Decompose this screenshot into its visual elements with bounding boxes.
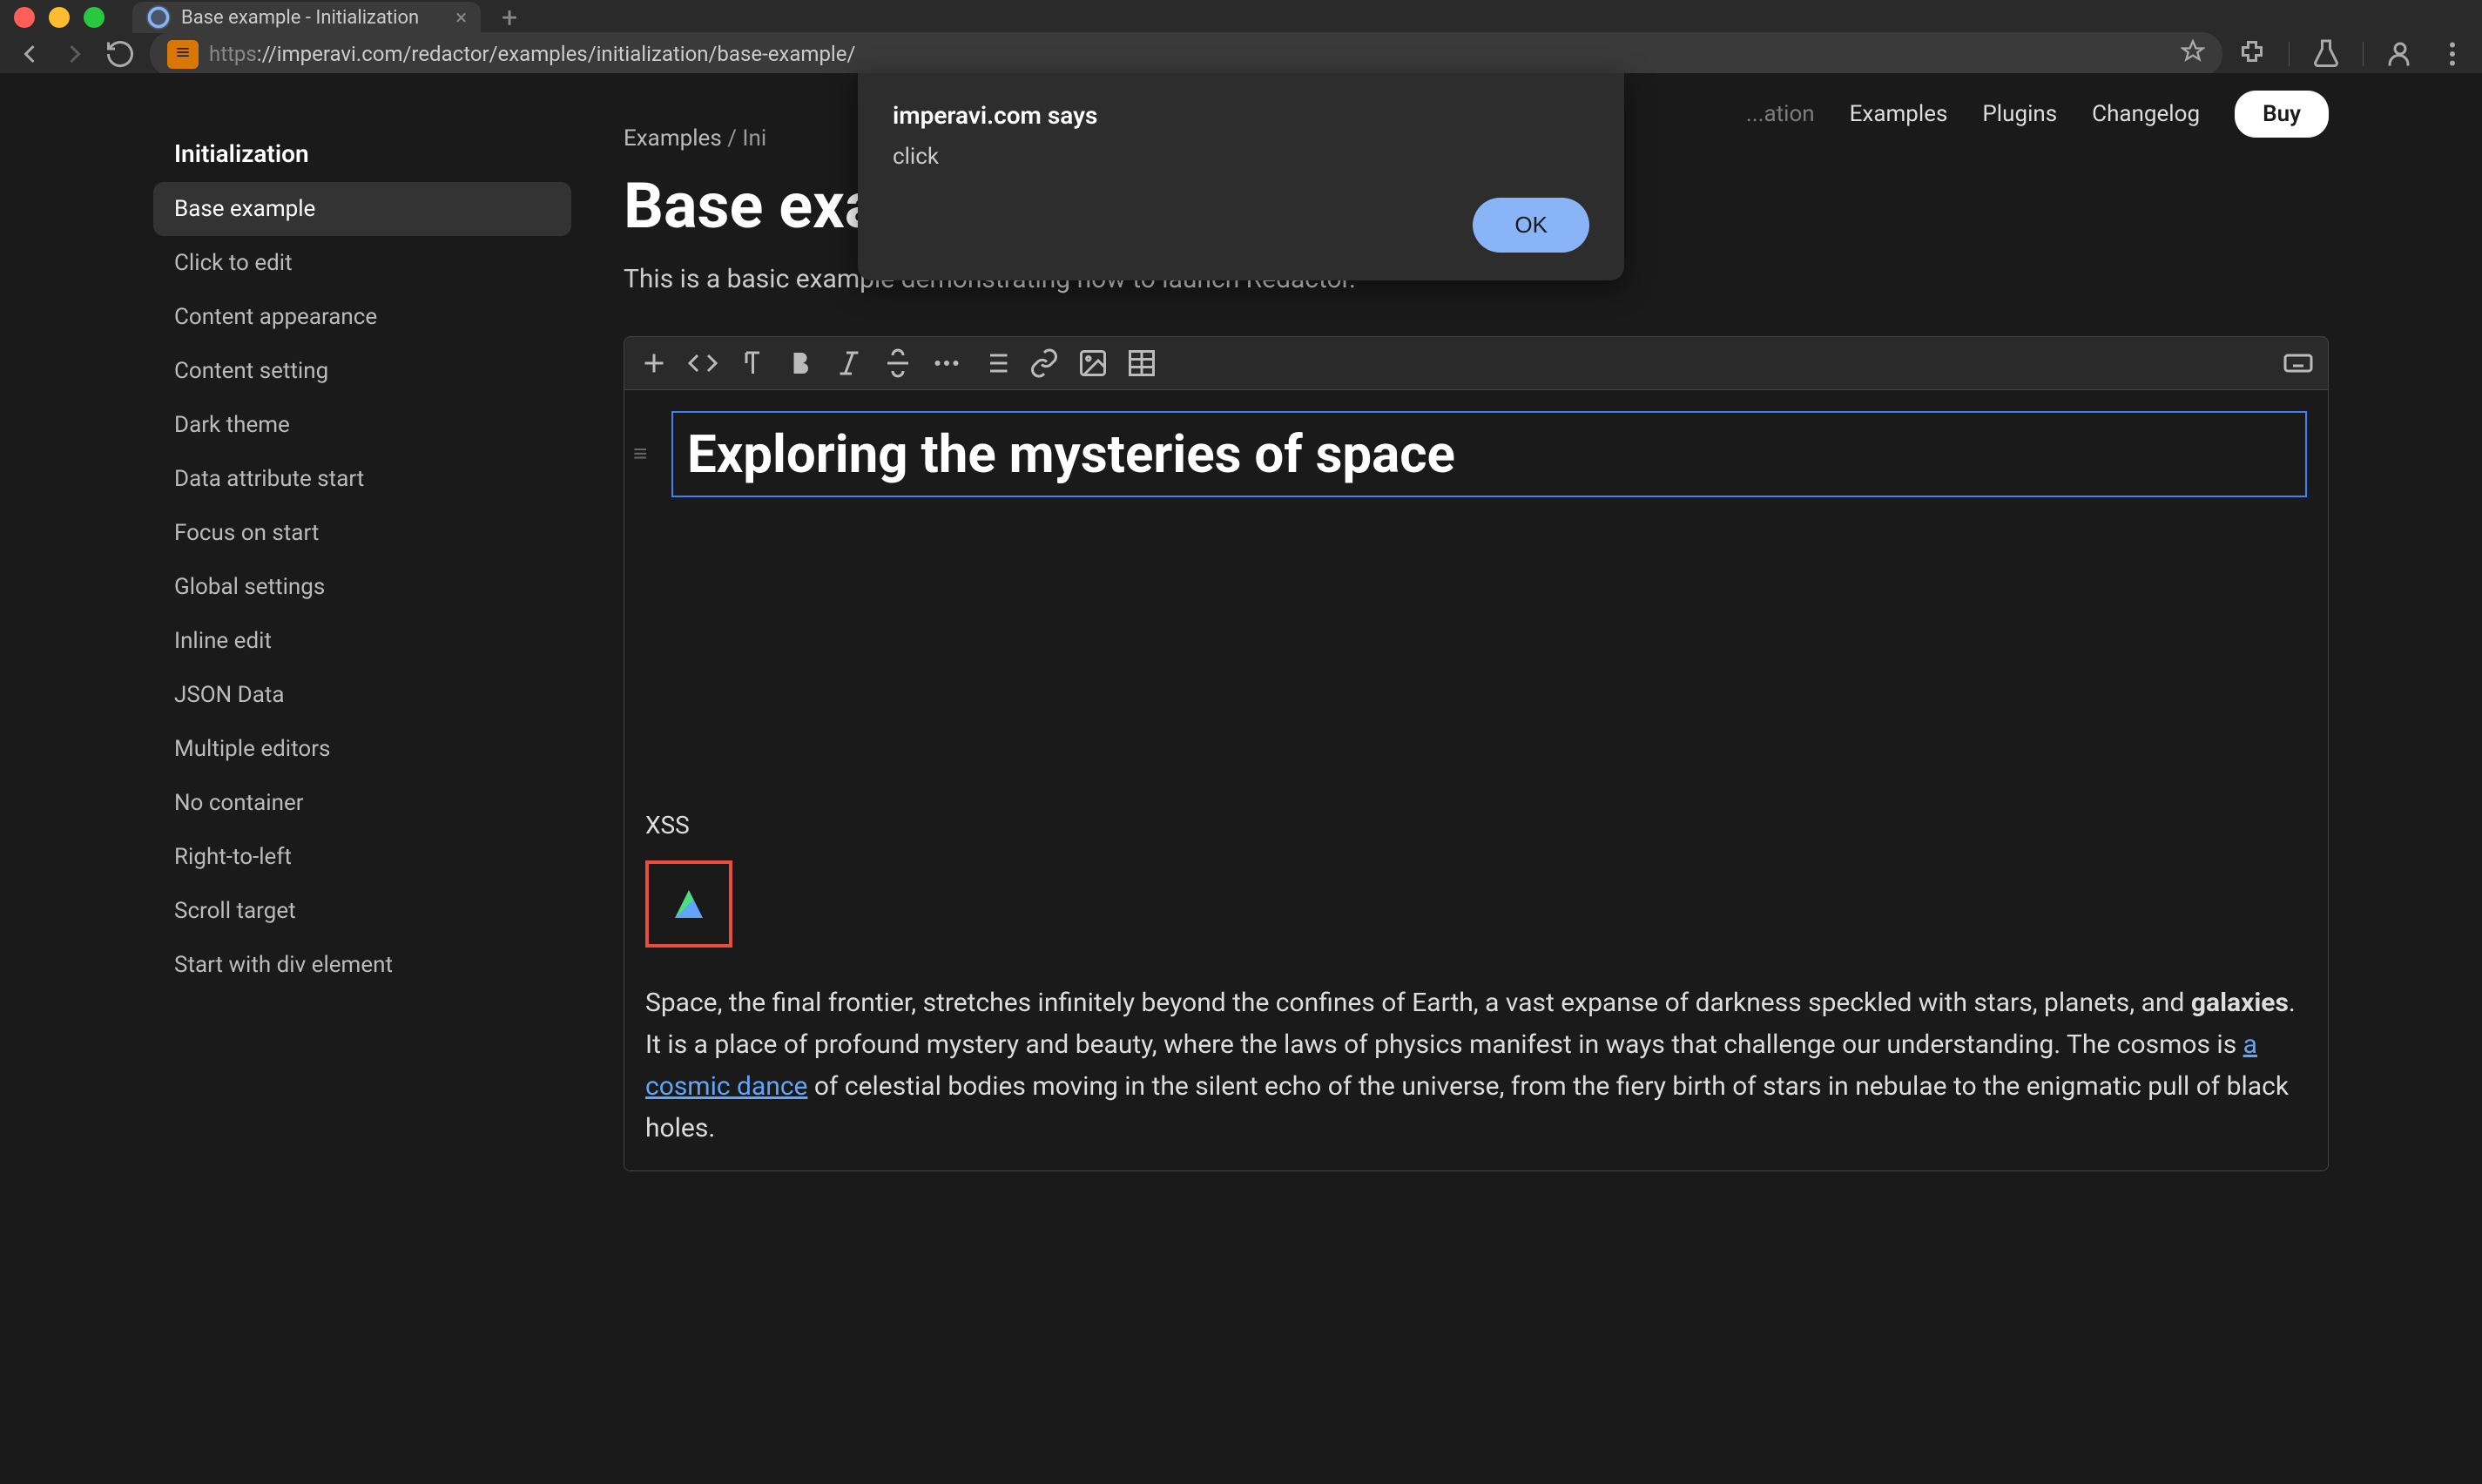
strike-button[interactable] xyxy=(882,347,914,379)
more-button[interactable] xyxy=(931,347,962,379)
main-content: Examples / Ini Base example This is a ba… xyxy=(624,125,2329,1171)
dialog-title: imperavi.com says xyxy=(893,101,1589,130)
sidebar-item-content-appearance[interactable]: Content appearance xyxy=(153,290,571,344)
tab-title: Base example - Initialization xyxy=(181,7,419,29)
table-button[interactable] xyxy=(1126,347,1157,379)
sidebar-item-data-attribute-start[interactable]: Data attribute start xyxy=(153,452,571,506)
sidebar-item-focus-on-start[interactable]: Focus on start xyxy=(153,506,571,560)
broken-image-icon xyxy=(675,890,703,918)
sidebar-item-div-element[interactable]: Start with div element xyxy=(153,938,571,992)
browser-actions xyxy=(2236,38,2468,70)
sidebar: Initialization Base example Click to edi… xyxy=(153,125,571,1171)
editor: ≡ Exploring the mysteries of space XSS S… xyxy=(624,336,2329,1171)
drag-handle-icon[interactable]: ≡ xyxy=(633,439,647,468)
menu-icon[interactable] xyxy=(2437,38,2468,70)
nav-item[interactable]: Plugins xyxy=(1982,101,2057,127)
sidebar-item-base-example[interactable]: Base example xyxy=(153,182,571,236)
editor-toolbar xyxy=(624,337,2328,390)
broken-image[interactable] xyxy=(645,860,732,948)
dialog-message: click xyxy=(893,144,1589,170)
site-security-icon[interactable] xyxy=(167,40,199,69)
sidebar-item-multiple-editors[interactable]: Multiple editors xyxy=(153,722,571,776)
italic-button[interactable] xyxy=(833,347,865,379)
close-window-button[interactable] xyxy=(14,7,35,28)
sidebar-item-no-container[interactable]: No container xyxy=(153,776,571,830)
bold-button[interactable] xyxy=(785,347,816,379)
sidebar-item-rtl[interactable]: Right-to-left xyxy=(153,830,571,884)
sidebar-item-global-settings[interactable]: Global settings xyxy=(153,560,571,614)
tab-bar: Base example - Initialization × + xyxy=(0,0,2482,35)
extensions-icon[interactable] xyxy=(2236,38,2268,70)
javascript-alert-dialog: imperavi.com says click OK xyxy=(858,73,1624,280)
sidebar-item-json-data[interactable]: JSON Data xyxy=(153,668,571,722)
breadcrumb-examples[interactable]: Examples xyxy=(624,125,722,152)
breadcrumb-current: Ini xyxy=(742,125,766,152)
format-button[interactable] xyxy=(736,347,767,379)
tab-favicon xyxy=(146,5,171,30)
link-button[interactable] xyxy=(1029,347,1060,379)
browser-chrome: Base example - Initialization × + https:… xyxy=(0,0,2482,73)
dialog-ok-button[interactable]: OK xyxy=(1473,198,1589,253)
bookmark-icon[interactable] xyxy=(2181,39,2205,69)
sidebar-item-dark-theme[interactable]: Dark theme xyxy=(153,398,571,452)
window-controls xyxy=(14,7,105,28)
image-button[interactable] xyxy=(1077,347,1109,379)
nav-item[interactable]: ...ation xyxy=(1746,101,1815,127)
editor-heading[interactable]: Exploring the mysteries of space xyxy=(671,411,2307,497)
html-button[interactable] xyxy=(687,347,718,379)
reload-button[interactable] xyxy=(105,38,136,70)
sidebar-item-scroll-target[interactable]: Scroll target xyxy=(153,884,571,938)
minimize-window-button[interactable] xyxy=(49,7,70,28)
keyboard-icon[interactable] xyxy=(2283,347,2314,379)
sidebar-item-click-to-edit[interactable]: Click to edit xyxy=(153,236,571,290)
sidebar-item-content-setting[interactable]: Content setting xyxy=(153,344,571,398)
list-button[interactable] xyxy=(980,347,1011,379)
url-text: https://imperavi.com/redactor/examples/i… xyxy=(209,42,855,66)
sidebar-heading: Initialization xyxy=(153,125,571,182)
nav-bar: https://imperavi.com/redactor/examples/i… xyxy=(0,35,2482,73)
maximize-window-button[interactable] xyxy=(84,7,105,28)
back-button[interactable] xyxy=(14,38,45,70)
close-tab-button[interactable]: × xyxy=(455,5,467,30)
profile-icon[interactable] xyxy=(2384,38,2416,70)
url-bar[interactable]: https://imperavi.com/redactor/examples/i… xyxy=(150,32,2222,76)
editor-paragraph[interactable]: Space, the final frontier, stretches inf… xyxy=(645,982,2307,1150)
labs-icon[interactable] xyxy=(2310,38,2342,70)
add-block-button[interactable] xyxy=(638,347,670,379)
xss-text: XSS xyxy=(645,811,2307,840)
browser-tab[interactable]: Base example - Initialization × xyxy=(132,2,481,33)
page: ...ation Examples Plugins Changelog Buy … xyxy=(0,73,2482,1484)
nav-item[interactable]: Examples xyxy=(1850,101,1948,127)
forward-button[interactable] xyxy=(59,38,91,70)
site-nav: ...ation Examples Plugins Changelog Buy xyxy=(1746,73,2329,155)
buy-button[interactable]: Buy xyxy=(2235,91,2329,138)
nav-item[interactable]: Changelog xyxy=(2092,101,2200,127)
new-tab-button[interactable]: + xyxy=(502,1,517,34)
editor-content[interactable]: ≡ Exploring the mysteries of space XSS S… xyxy=(624,390,2328,1170)
sidebar-item-inline-edit[interactable]: Inline edit xyxy=(153,614,571,668)
